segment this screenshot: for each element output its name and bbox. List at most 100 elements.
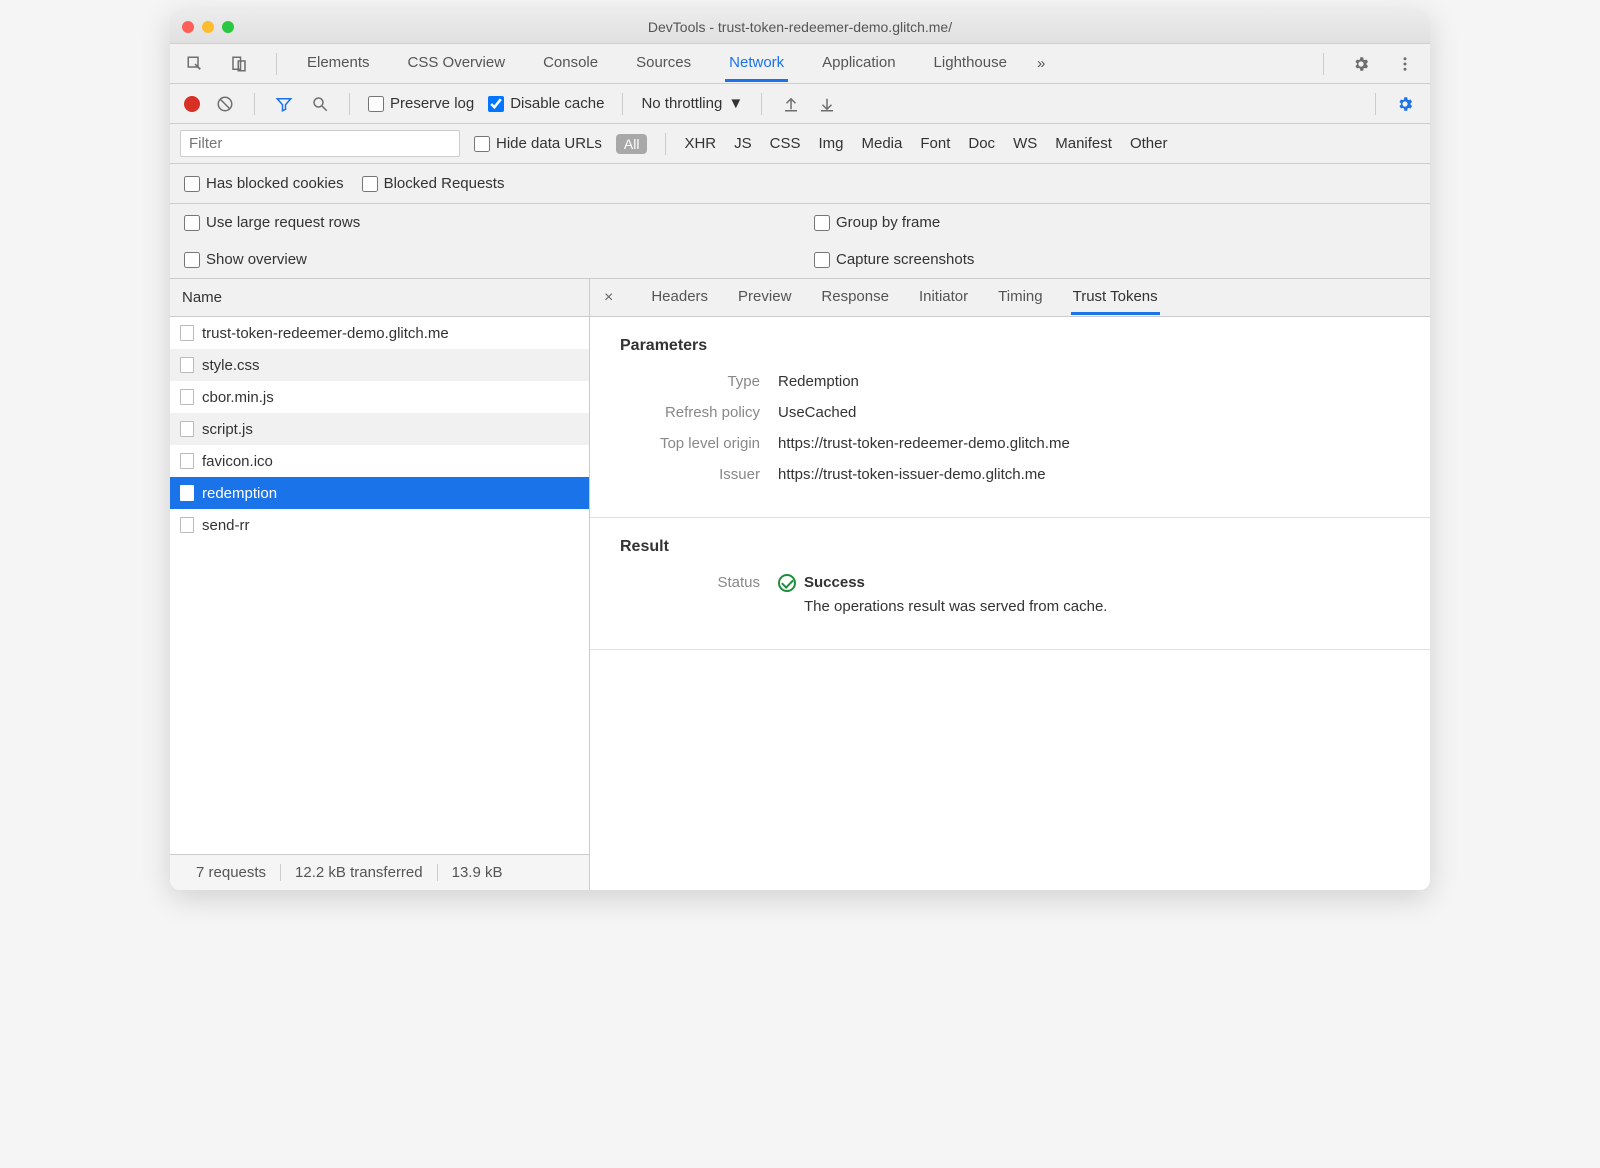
throttling-label: No throttling bbox=[641, 95, 722, 112]
clear-icon[interactable] bbox=[214, 93, 236, 115]
capture-screenshots-label: Capture screenshots bbox=[836, 251, 974, 268]
request-name: redemption bbox=[202, 485, 277, 502]
close-detail-button[interactable]: × bbox=[604, 289, 623, 307]
param-refresh-value: UseCached bbox=[778, 404, 1400, 421]
filter-type-other[interactable]: Other bbox=[1130, 135, 1168, 152]
network-toolbar: Preserve log Disable cache No throttling… bbox=[170, 84, 1430, 124]
result-status-value: Success bbox=[804, 574, 865, 591]
filter-bar-2: Has blocked cookies Blocked Requests bbox=[170, 164, 1430, 204]
param-type-value: Redemption bbox=[778, 373, 1400, 390]
kebab-menu-icon[interactable] bbox=[1394, 53, 1416, 75]
group-by-frame-checkbox[interactable]: Group by frame bbox=[814, 214, 940, 231]
filter-type-xhr[interactable]: XHR bbox=[684, 135, 716, 152]
minimize-window-icon[interactable] bbox=[202, 21, 214, 33]
tab-sources[interactable]: Sources bbox=[632, 46, 695, 82]
result-heading: Result bbox=[620, 538, 1400, 556]
group-by-frame-label: Group by frame bbox=[836, 214, 940, 231]
detail-tab-timing[interactable]: Timing bbox=[996, 281, 1044, 315]
status-requests: 7 requests bbox=[182, 864, 280, 881]
close-window-icon[interactable] bbox=[182, 21, 194, 33]
show-overview-checkbox[interactable]: Show overview bbox=[184, 251, 307, 268]
preserve-log-checkbox[interactable]: Preserve log bbox=[368, 95, 474, 112]
tab-lighthouse[interactable]: Lighthouse bbox=[930, 46, 1011, 82]
request-row[interactable]: favicon.ico bbox=[170, 445, 589, 477]
param-origin-key: Top level origin bbox=[620, 435, 760, 452]
filter-input[interactable] bbox=[180, 130, 460, 157]
filter-type-ws[interactable]: WS bbox=[1013, 135, 1037, 152]
file-icon bbox=[180, 389, 194, 405]
upload-har-icon[interactable] bbox=[780, 93, 802, 115]
parameters-section: Parameters TypeRedemption Refresh policy… bbox=[590, 317, 1430, 518]
file-icon bbox=[180, 453, 194, 469]
request-rows: trust-token-redeemer-demo.glitch.me style… bbox=[170, 317, 589, 854]
filter-type-doc[interactable]: Doc bbox=[968, 135, 995, 152]
param-origin-value: https://trust-token-redeemer-demo.glitch… bbox=[778, 435, 1400, 452]
success-check-icon bbox=[778, 574, 796, 592]
show-overview-label: Show overview bbox=[206, 251, 307, 268]
request-name: send-rr bbox=[202, 517, 250, 534]
param-refresh-key: Refresh policy bbox=[620, 404, 760, 421]
separator bbox=[254, 93, 255, 115]
request-name: cbor.min.js bbox=[202, 389, 274, 406]
blocked-requests-label: Blocked Requests bbox=[384, 175, 505, 192]
request-list-panel: Name trust-token-redeemer-demo.glitch.me… bbox=[170, 279, 590, 890]
tab-network[interactable]: Network bbox=[725, 46, 788, 82]
more-tabs-button[interactable]: » bbox=[1033, 47, 1049, 80]
file-icon bbox=[180, 485, 194, 501]
network-settings-gear-icon[interactable] bbox=[1394, 93, 1416, 115]
separator bbox=[665, 133, 666, 155]
capture-screenshots-checkbox[interactable]: Capture screenshots bbox=[814, 251, 974, 268]
filter-type-manifest[interactable]: Manifest bbox=[1055, 135, 1112, 152]
filter-type-all[interactable]: All bbox=[616, 134, 648, 154]
separator bbox=[622, 93, 623, 115]
request-row[interactable]: send-rr bbox=[170, 509, 589, 541]
download-har-icon[interactable] bbox=[816, 93, 838, 115]
file-icon bbox=[180, 325, 194, 341]
inspect-icon[interactable] bbox=[184, 53, 206, 75]
throttling-select[interactable]: No throttling ▼ bbox=[641, 95, 743, 112]
filter-type-media[interactable]: Media bbox=[862, 135, 903, 152]
name-column-header[interactable]: Name bbox=[170, 279, 589, 317]
result-section: Result Status Success The operations res… bbox=[590, 518, 1430, 650]
search-icon[interactable] bbox=[309, 93, 331, 115]
titlebar: DevTools - trust-token-redeemer-demo.gli… bbox=[170, 10, 1430, 44]
chevron-down-icon: ▼ bbox=[728, 95, 743, 112]
tab-application[interactable]: Application bbox=[818, 46, 899, 82]
device-toggle-icon[interactable] bbox=[228, 53, 250, 75]
detail-tab-initiator[interactable]: Initiator bbox=[917, 281, 970, 315]
request-name: style.css bbox=[202, 357, 260, 374]
hide-data-urls-checkbox[interactable]: Hide data URLs bbox=[474, 135, 602, 152]
detail-tab-preview[interactable]: Preview bbox=[736, 281, 793, 315]
preserve-log-label: Preserve log bbox=[390, 95, 474, 112]
use-large-rows-checkbox[interactable]: Use large request rows bbox=[184, 214, 360, 231]
tab-console[interactable]: Console bbox=[539, 46, 602, 82]
separator bbox=[349, 93, 350, 115]
filter-type-font[interactable]: Font bbox=[920, 135, 950, 152]
request-row[interactable]: script.js bbox=[170, 413, 589, 445]
request-row[interactable]: redemption bbox=[170, 477, 589, 509]
detail-tab-headers[interactable]: Headers bbox=[649, 281, 710, 315]
separator bbox=[761, 93, 762, 115]
filter-type-css[interactable]: CSS bbox=[770, 135, 801, 152]
detail-tab-trust-tokens[interactable]: Trust Tokens bbox=[1071, 281, 1160, 315]
request-row[interactable]: style.css bbox=[170, 349, 589, 381]
request-name: script.js bbox=[202, 421, 253, 438]
filter-type-img[interactable]: Img bbox=[818, 135, 843, 152]
settings-gear-icon[interactable] bbox=[1350, 53, 1372, 75]
detail-tab-response[interactable]: Response bbox=[819, 281, 891, 315]
blocked-requests-checkbox[interactable]: Blocked Requests bbox=[362, 175, 505, 192]
disable-cache-checkbox[interactable]: Disable cache bbox=[488, 95, 604, 112]
filter-type-js[interactable]: JS bbox=[734, 135, 752, 152]
param-issuer-value: https://trust-token-issuer-demo.glitch.m… bbox=[778, 466, 1400, 483]
request-row[interactable]: cbor.min.js bbox=[170, 381, 589, 413]
tab-elements[interactable]: Elements bbox=[303, 46, 374, 82]
filter-funnel-icon[interactable] bbox=[273, 93, 295, 115]
request-name: trust-token-redeemer-demo.glitch.me bbox=[202, 325, 449, 342]
record-button[interactable] bbox=[184, 96, 200, 112]
zoom-window-icon[interactable] bbox=[222, 21, 234, 33]
request-row[interactable]: trust-token-redeemer-demo.glitch.me bbox=[170, 317, 589, 349]
has-blocked-cookies-checkbox[interactable]: Has blocked cookies bbox=[184, 175, 344, 192]
status-bar: 7 requests 12.2 kB transferred 13.9 kB bbox=[170, 854, 589, 890]
separator bbox=[1375, 93, 1376, 115]
tab-css-overview[interactable]: CSS Overview bbox=[404, 46, 510, 82]
